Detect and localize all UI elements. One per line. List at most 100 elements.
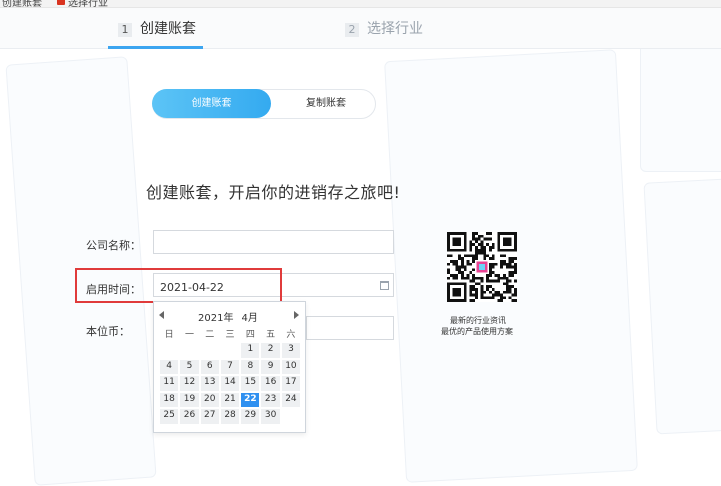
qr-module <box>500 265 503 269</box>
qr-module <box>505 285 509 288</box>
weekday-label: 二 <box>205 330 215 340</box>
calendar-day[interactable]: 16 <box>261 376 280 391</box>
calendar-day[interactable]: 21 <box>220 392 240 408</box>
qr-module <box>489 232 492 235</box>
qr-module <box>494 279 498 283</box>
currency-field[interactable] <box>306 316 394 340</box>
qr-module <box>469 279 473 283</box>
calendar-day[interactable]: 28 <box>220 409 240 424</box>
calendar-day[interactable]: 29 <box>241 409 260 424</box>
copy-account-tab[interactable]: 复制账套 <box>278 89 374 118</box>
calendar-day[interactable]: 19 <box>180 392 199 408</box>
calendar-day[interactable]: 30 <box>261 409 280 424</box>
calendar-day[interactable]: 26 <box>180 409 199 424</box>
calendar-day[interactable]: 6 <box>200 359 219 375</box>
step-create-account[interactable]: 1 创建账套 <box>118 18 196 38</box>
qr-module <box>486 279 489 283</box>
bookmark-item[interactable]: 创建账套 <box>2 0 42 7</box>
calendar-day[interactable]: 9 <box>261 359 280 375</box>
qr-module <box>497 274 501 277</box>
calendar-day[interactable]: 27 <box>200 409 219 424</box>
company-name-field[interactable] <box>153 230 394 254</box>
calendar-day[interactable]: 13 <box>200 376 219 391</box>
step-select-industry[interactable]: 2 选择行业 <box>345 18 423 38</box>
calendar-day[interactable]: 4 <box>160 359 179 375</box>
qr-module <box>508 257 512 260</box>
qr-module <box>455 268 459 272</box>
create-account-tab[interactable]: 创建账套 <box>152 89 271 118</box>
qr-module <box>480 240 484 244</box>
month-label[interactable]: 4月 <box>241 313 257 324</box>
qr-module <box>497 299 501 302</box>
next-month-icon[interactable] <box>294 311 299 319</box>
qr-module <box>466 276 470 280</box>
calendar-day[interactable]: 15 <box>241 376 260 391</box>
calendar-day[interactable]: 23 <box>261 392 280 408</box>
currency-label: 本位币： <box>86 325 130 338</box>
qr-module <box>455 265 459 269</box>
background-panel <box>643 177 721 435</box>
calendar-day[interactable]: 24 <box>281 392 301 408</box>
calendar-day[interactable]: 1 <box>241 343 260 358</box>
qr-module <box>475 246 478 249</box>
qr-module <box>447 271 450 274</box>
weekday-label: 一 <box>184 330 194 340</box>
calendar-day[interactable]: 11 <box>160 376 179 391</box>
qr-module <box>452 262 456 266</box>
qr-module <box>505 276 509 280</box>
qr-module <box>505 290 509 294</box>
weekday-label: 五 <box>266 330 276 340</box>
qr-module <box>469 293 473 297</box>
qr-module <box>486 243 489 246</box>
bookmark-item[interactable]: 选择行业 <box>68 0 108 7</box>
qr-module <box>472 268 475 272</box>
calendar-day[interactable]: 8 <box>241 359 260 375</box>
qr-module <box>486 285 489 288</box>
qr-finder <box>452 237 461 246</box>
qr-module <box>472 232 475 235</box>
qr-module <box>503 274 506 277</box>
qr-module <box>463 265 467 269</box>
qr-module <box>500 276 503 280</box>
calendar-day[interactable]: 25 <box>160 409 179 424</box>
qr-module <box>511 293 515 297</box>
qr-module <box>475 290 478 294</box>
calendar-day[interactable]: 10 <box>281 359 301 375</box>
qr-module <box>503 276 506 280</box>
qr-module <box>475 248 478 252</box>
qr-module <box>483 237 487 241</box>
weekday-label: 三 <box>225 330 235 340</box>
qr-finder <box>503 237 512 246</box>
qr-module <box>511 265 515 269</box>
qr-module <box>458 268 461 272</box>
calendar-day[interactable]: 2 <box>261 343 280 358</box>
qr-module <box>508 296 512 300</box>
prev-month-icon[interactable] <box>159 311 164 319</box>
calendar-day[interactable]: 17 <box>281 376 301 391</box>
selected-day[interactable]: 22 <box>241 392 260 408</box>
qr-module <box>508 262 512 266</box>
qr-module <box>486 232 489 235</box>
qr-module <box>500 260 503 263</box>
qr-module <box>469 248 473 252</box>
qr-module <box>491 257 495 260</box>
qr-module <box>480 246 484 249</box>
qr-module <box>489 274 492 277</box>
calendar-day[interactable]: 7 <box>220 359 240 375</box>
qr-module <box>475 276 478 280</box>
qr-module <box>486 288 489 291</box>
step-label: 选择行业 <box>367 21 423 37</box>
calendar-day[interactable]: 5 <box>180 359 199 375</box>
calendar-day[interactable]: 12 <box>180 376 199 391</box>
active-step-indicator <box>108 46 203 49</box>
qr-module <box>475 232 478 235</box>
calendar-day[interactable]: 14 <box>220 376 240 391</box>
qr-caption-line2: 最优的产品使用方案 <box>441 327 513 336</box>
calendar-icon[interactable] <box>380 281 389 290</box>
calendar-day[interactable]: 18 <box>160 392 179 408</box>
year-label[interactable]: 2021年 <box>198 313 233 324</box>
calendar-day[interactable]: 3 <box>281 343 301 358</box>
qr-module <box>497 290 501 294</box>
qr-module <box>475 296 478 300</box>
calendar-day[interactable]: 20 <box>200 392 219 408</box>
